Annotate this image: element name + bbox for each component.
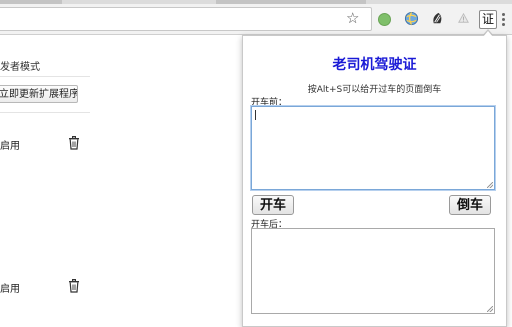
green-dot-icon[interactable] bbox=[378, 13, 391, 26]
popup-arrow-inner bbox=[483, 31, 493, 37]
bookmark-star-icon[interactable]: ☆ bbox=[346, 9, 359, 27]
browser-toolbar: ☆ 证 bbox=[0, 4, 512, 35]
reverse-button[interactable]: 倒车 bbox=[449, 195, 491, 215]
text-caret bbox=[255, 110, 256, 120]
resize-grip-icon[interactable] bbox=[487, 306, 493, 312]
popup-hint: 按Alt+S可以给开过车的页面倒车 bbox=[307, 85, 442, 95]
extension-enabled-label[interactable]: 启用 bbox=[0, 137, 20, 152]
before-textarea[interactable] bbox=[251, 106, 495, 190]
trash-icon[interactable] bbox=[68, 279, 80, 293]
developer-mode-label[interactable]: 发者模式 bbox=[0, 58, 40, 73]
extension-popup: 老司机驾驶证 按Alt+S可以给开过车的页面倒车 开车前： 开车 倒车 开车后： bbox=[242, 35, 507, 327]
dark-leaf-icon[interactable] bbox=[430, 11, 445, 26]
browser-menu-icon[interactable] bbox=[502, 13, 505, 28]
cert-extension-icon[interactable]: 证 bbox=[479, 10, 497, 29]
warning-icon[interactable] bbox=[456, 11, 471, 26]
resize-grip-icon[interactable] bbox=[487, 182, 493, 188]
extension-enabled-label[interactable]: 启用 bbox=[0, 280, 20, 295]
start-button[interactable]: 开车 bbox=[252, 195, 294, 215]
address-bar[interactable]: ☆ bbox=[0, 7, 372, 31]
globe-icon[interactable] bbox=[404, 11, 419, 26]
divider bbox=[0, 76, 90, 77]
after-textarea[interactable] bbox=[251, 228, 495, 314]
divider bbox=[0, 112, 90, 113]
update-extensions-button[interactable]: 立即更新扩展程序 bbox=[0, 85, 78, 103]
popup-title: 老司机驾驶证 bbox=[332, 57, 417, 73]
trash-icon[interactable] bbox=[68, 136, 80, 150]
